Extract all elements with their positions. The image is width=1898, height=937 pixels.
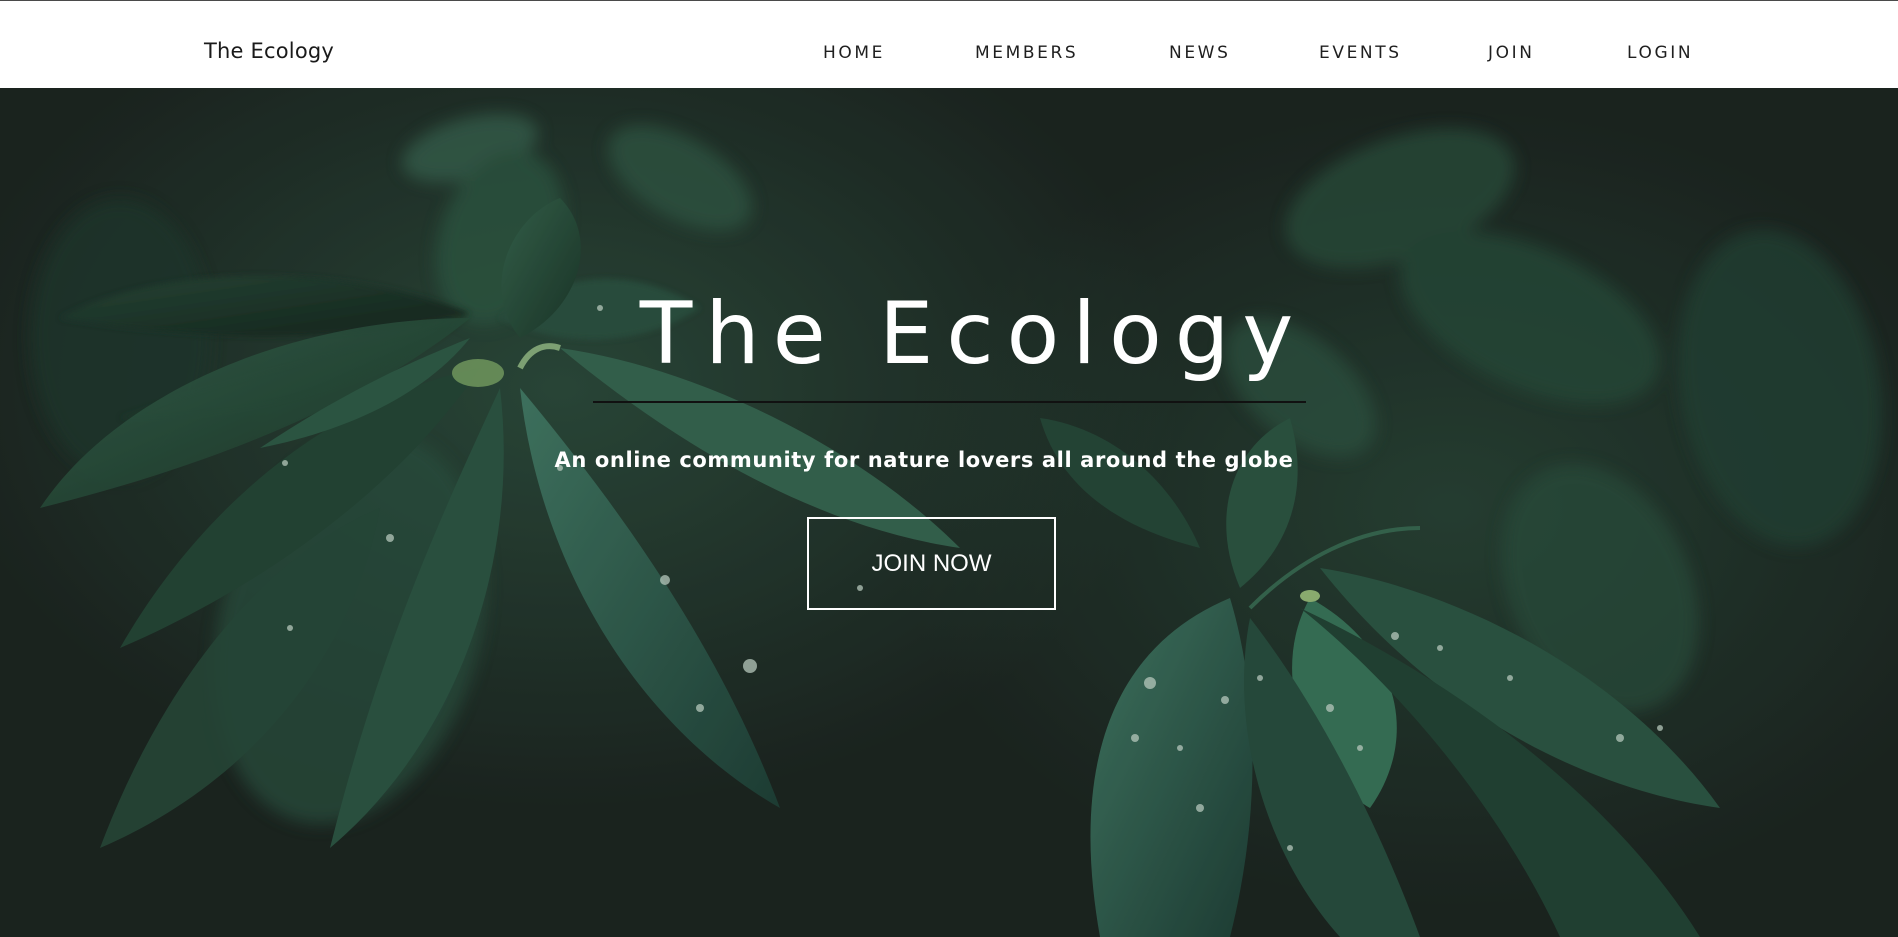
nav-members-link[interactable]: MEMBERS [975,43,1078,63]
hero-divider [593,401,1306,403]
nav-join-link[interactable]: JOIN [1488,43,1535,63]
nav-news-link[interactable]: NEWS [1169,43,1230,63]
nav-login-link[interactable]: LOGIN [1627,43,1693,63]
join-now-button[interactable]: JOIN NOW [807,517,1056,610]
hero-section: The Ecology An online community for natu… [0,88,1898,937]
nav-events-link[interactable]: EVENTS [1319,43,1402,63]
hero-background-image [0,88,1898,937]
hero-tagline: An online community for nature lovers al… [554,448,1294,472]
hero-title: The Ecology [639,284,1307,384]
nav-home-link[interactable]: HOME [823,43,885,63]
site-logo-text[interactable]: The Ecology [204,39,334,63]
top-navigation-bar: The Ecology HOME MEMBERS NEWS EVENTS JOI… [0,0,1898,88]
